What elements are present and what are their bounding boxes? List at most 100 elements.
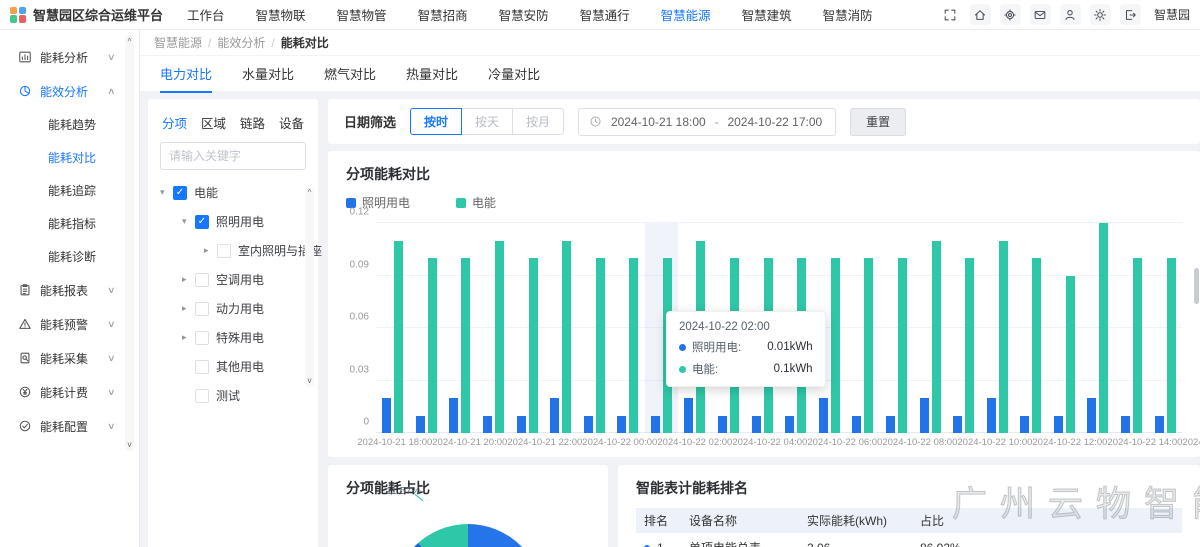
x-axis-tick-label: 2024-10-21 20:00 <box>451 437 489 448</box>
theme-icon[interactable] <box>1090 4 1111 25</box>
tab-heat[interactable]: 热量对比 <box>406 64 458 83</box>
checkbox[interactable] <box>195 331 209 345</box>
sidebar-item-consumption-analysis[interactable]: 能耗分析∨ <box>0 40 139 74</box>
tooltip-series-name: 电能: <box>692 361 718 377</box>
tree-node[interactable]: ▾✓照明用电 <box>160 207 306 236</box>
sidebar-scrollbar[interactable]: ^ v <box>125 36 134 451</box>
breadcrumb-item[interactable]: 能效分析 <box>217 34 265 51</box>
checkbox[interactable] <box>195 302 209 316</box>
topnav-item-smart-property[interactable]: 智慧物管 <box>337 5 387 24</box>
home-icon[interactable] <box>970 4 991 25</box>
checkbox[interactable]: ✓ <box>195 215 209 229</box>
tree-node[interactable]: 测试 <box>160 381 306 410</box>
topnav-item-smart-energy[interactable]: 智慧能源 <box>661 5 711 24</box>
exit-icon[interactable] <box>1120 4 1141 25</box>
tree-scrollbar[interactable]: ^ v <box>305 187 314 387</box>
reset-button[interactable]: 重置 <box>850 108 906 136</box>
tree-node[interactable]: ▸空调用电 <box>160 265 306 294</box>
bar-group-2024-10-21 22:00[interactable] <box>510 223 544 433</box>
sidebar-item-consumption-report[interactable]: 能耗报表∨ <box>0 273 139 307</box>
bar-group-2024-10-22 15:00[interactable] <box>1081 223 1115 433</box>
tab-electric[interactable]: 电力对比 <box>160 64 212 83</box>
tree-node[interactable]: ▸室内照明与插座 <box>160 236 306 265</box>
bar-group-2024-10-21 23:00[interactable] <box>544 223 578 433</box>
checkbox[interactable]: ✓ <box>173 186 187 200</box>
bar-group-2024-10-22 11:00[interactable] <box>947 223 981 433</box>
sidebar-item-consumption-collection[interactable]: 能耗采集∨ <box>0 341 139 375</box>
sidebar-subitem-consumption-indicator[interactable]: 能耗指标 <box>0 207 139 240</box>
user-label[interactable]: 智慧园 <box>1154 6 1190 23</box>
end-datetime-value[interactable]: 2024-10-22 17:00 <box>725 115 826 129</box>
scroll-up-icon[interactable]: ^ <box>308 189 312 197</box>
checkbox[interactable] <box>217 244 231 258</box>
sidebar-subitem-consumption-trend[interactable]: 能耗趋势 <box>0 108 139 141</box>
bar-group-2024-10-22 17:00[interactable] <box>1148 223 1182 433</box>
tab-gas[interactable]: 燃气对比 <box>324 64 376 83</box>
tree-tab-link[interactable]: 链路 <box>240 113 265 132</box>
tree-node[interactable]: 其他用电 <box>160 352 306 381</box>
bar-group-2024-10-22 10:00[interactable] <box>913 223 947 433</box>
tree-node[interactable]: ▸特殊用电 <box>160 323 306 352</box>
bar-group-2024-10-22 09:00[interactable] <box>880 223 914 433</box>
page-scrollbar-thumb[interactable] <box>1194 268 1199 304</box>
pie-chart[interactable] <box>393 524 543 547</box>
start-datetime-value[interactable]: 2024-10-21 18:00 <box>608 115 709 129</box>
scroll-down-icon[interactable]: v <box>308 377 312 385</box>
topnav-item-smart-investment[interactable]: 智慧招商 <box>418 5 468 24</box>
caret-right-icon[interactable]: ▸ <box>182 303 195 314</box>
bar-group-2024-10-22 00:00[interactable] <box>577 223 611 433</box>
tab-cold[interactable]: 冷量对比 <box>488 64 540 83</box>
sidebar-subitem-consumption-comparison[interactable]: 能耗对比 <box>0 141 139 174</box>
bar-group-2024-10-21 18:00[interactable] <box>376 223 410 433</box>
breadcrumb-item[interactable]: 智慧能源 <box>154 34 202 51</box>
tree-tab-region[interactable]: 区域 <box>201 113 226 132</box>
sidebar-subitem-consumption-diagnosis[interactable]: 能耗诊断 <box>0 240 139 273</box>
caret-down-icon[interactable]: ▾ <box>182 216 195 227</box>
settings-icon[interactable] <box>1000 4 1021 25</box>
date-mode-按时[interactable]: 按时 <box>410 108 462 135</box>
sidebar-subitem-consumption-tracking[interactable]: 能耗追踪 <box>0 174 139 207</box>
tree-search-input[interactable] <box>160 142 306 170</box>
bar-group-2024-10-22 14:00[interactable] <box>1048 223 1082 433</box>
table-row[interactable]: 1 单项电能总表 2.06 86.92% <box>636 533 1182 547</box>
bar-group-2024-10-22 16:00[interactable] <box>1115 223 1149 433</box>
topnav-item-smart-iot[interactable]: 智慧物联 <box>256 5 306 24</box>
mail-icon[interactable] <box>1030 4 1051 25</box>
scroll-down-icon[interactable]: v <box>128 441 132 449</box>
topnav-item-workbench[interactable]: 工作台 <box>187 5 225 24</box>
caret-right-icon[interactable]: ▸ <box>182 274 195 285</box>
topnav-item-smart-building[interactable]: 智慧建筑 <box>742 5 792 24</box>
sidebar-item-consumption-config[interactable]: 能耗配置∨ <box>0 409 139 443</box>
topnav-item-smart-fire[interactable]: 智慧消防 <box>823 5 873 24</box>
caret-down-icon[interactable]: ▾ <box>160 187 173 198</box>
scroll-up-icon[interactable]: ^ <box>128 38 132 46</box>
tree-node[interactable]: ▸动力用电 <box>160 294 306 323</box>
checkbox[interactable] <box>195 389 209 403</box>
bar-group-2024-10-21 21:00[interactable] <box>477 223 511 433</box>
date-mode-按天[interactable]: 按天 <box>461 108 513 135</box>
caret-right-icon[interactable]: ▸ <box>204 245 217 256</box>
caret-right-icon[interactable]: ▸ <box>182 332 195 343</box>
sidebar-item-consumption-billing[interactable]: 能耗计费∨ <box>0 375 139 409</box>
tab-water[interactable]: 水量对比 <box>242 64 294 83</box>
date-mode-按月[interactable]: 按月 <box>512 108 564 135</box>
fullscreen-icon[interactable] <box>940 4 961 25</box>
tree-node[interactable]: ▾✓电能 <box>160 178 306 207</box>
sidebar-item-efficiency-analysis[interactable]: 能效分析∧ <box>0 74 139 108</box>
bar-group-2024-10-21 19:00[interactable] <box>410 223 444 433</box>
tree-tab-device[interactable]: 设备 <box>279 113 304 132</box>
sidebar-item-consumption-alert[interactable]: 能耗预警∨ <box>0 307 139 341</box>
bar-group-2024-10-21 20:00[interactable] <box>443 223 477 433</box>
tree-tab-category[interactable]: 分项 <box>162 113 187 132</box>
checkbox[interactable] <box>195 360 209 374</box>
bar-group-2024-10-22 13:00[interactable] <box>1014 223 1048 433</box>
user-icon[interactable] <box>1060 4 1081 25</box>
legend-item[interactable]: 电能 <box>456 194 496 211</box>
topnav-item-smart-security[interactable]: 智慧安防 <box>499 5 549 24</box>
bar-group-2024-10-22 01:00[interactable] <box>611 223 645 433</box>
topnav-item-smart-access[interactable]: 智慧通行 <box>580 5 630 24</box>
bar-group-2024-10-22 08:00[interactable] <box>846 223 880 433</box>
checkbox[interactable] <box>195 273 209 287</box>
date-range-picker[interactable]: 2024-10-21 18:00 - 2024-10-22 17:00 <box>578 108 836 136</box>
bar-group-2024-10-22 12:00[interactable] <box>980 223 1014 433</box>
